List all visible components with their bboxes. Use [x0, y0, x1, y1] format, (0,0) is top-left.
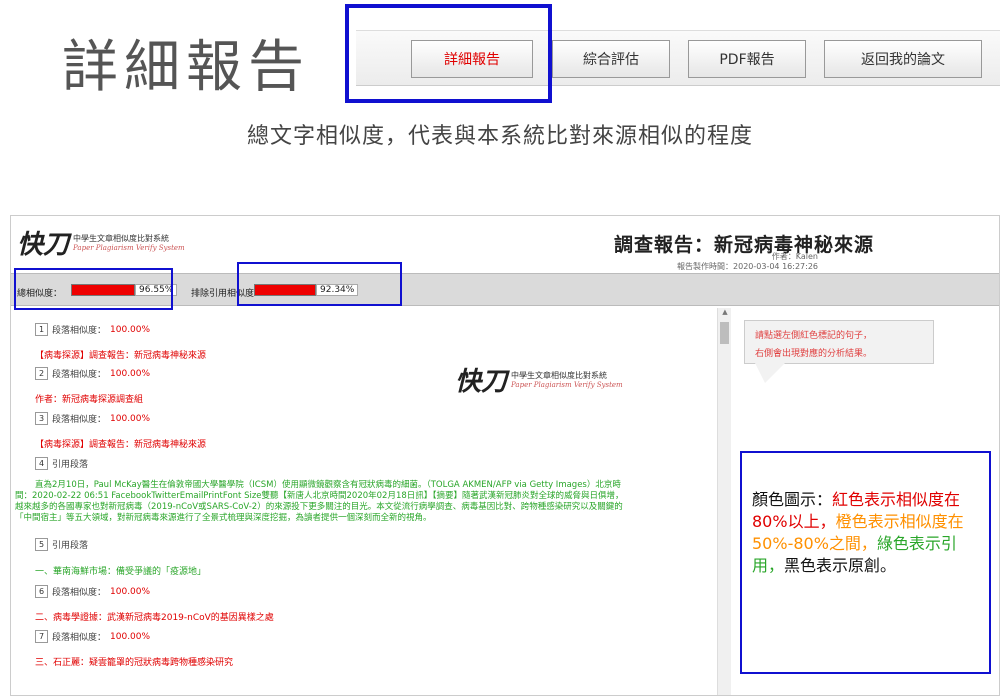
excl-similarity-progress: [254, 284, 316, 296]
paragraph-header: 5 引用段落: [35, 538, 88, 551]
total-similarity-label: 總相似度：: [17, 289, 63, 299]
system-logo: 快刀 中學生文章相似度比對系統 Paper Plagiarism Verify …: [17, 224, 185, 261]
paragraph-text[interactable]: 一、華南海鮮市場：備受爭議的「疫源地」: [35, 564, 206, 577]
paragraph-text[interactable]: 三、石正麗：疑雲籠罩的冠狀病毒跨物種感染研究: [35, 655, 233, 668]
total-similarity-progress: [71, 284, 135, 296]
report-created: 報告製作時間：2020-03-04 16:27:26: [677, 262, 818, 271]
scroll-thumb[interactable]: [720, 322, 729, 344]
nav-bar: 詳細報告 綜合評估 PDF報告 返回我的論文: [356, 30, 1000, 86]
report-meta: 作者：Kalen 報告製作時間：2020-03-04 16:27:26: [677, 252, 818, 272]
excl-similarity-label: 排除引用相似度: [191, 289, 255, 299]
paragraph-header: 4 引用段落: [35, 457, 88, 470]
total-similarity-value: 96.55%: [135, 284, 178, 296]
nav-pdf-report-button[interactable]: PDF報告: [688, 40, 806, 78]
report-content[interactable]: 1 段落相似度： 100.00% 【病毒探源】調查報告：新冠病毒神秘來源 2 段落…: [11, 308, 716, 695]
logo-line1: 中學生文章相似度比對系統: [73, 234, 170, 243]
paragraph-number[interactable]: 5: [35, 538, 48, 551]
paragraph-header: 3 段落相似度： 100.00%: [35, 412, 150, 425]
paragraph-number[interactable]: 4: [35, 457, 48, 470]
paragraph-number[interactable]: 2: [35, 367, 48, 380]
paragraph-number[interactable]: 7: [35, 630, 48, 643]
scroll-up-icon[interactable]: ▲: [718, 308, 732, 320]
paragraph-header: 1 段落相似度： 100.00%: [35, 323, 150, 336]
legend-prefix: 顏色圖示：: [752, 490, 833, 509]
excl-similarity-value: 92.34%: [316, 284, 359, 296]
similarity-bar: 總相似度： 96.55% 排除引用相似度 92.34%: [11, 273, 999, 306]
legend-black: 黑色表示原創。: [784, 556, 897, 575]
report-header: 快刀 中學生文章相似度比對系統 Paper Plagiarism Verify …: [11, 216, 999, 272]
logo-watermark: 快刀 中學生文章相似度比對系統 Paper Plagiarism Verify …: [455, 367, 623, 397]
paragraph-header: 7 段落相似度： 100.00%: [35, 630, 150, 643]
report-author: 作者：Kalen: [771, 252, 818, 261]
nav-overall-eval-button[interactable]: 綜合評估: [552, 40, 670, 78]
paragraph-text[interactable]: 【病毒探源】調查報告：新冠病毒神秘來源: [35, 437, 206, 450]
paragraph-text[interactable]: 二、病毒學證據：武漢新冠病毒2019-nCoV的基因異樣之處: [35, 610, 274, 623]
paragraph-text[interactable]: 【病毒探源】調查報告：新冠病毒神秘來源: [35, 348, 206, 361]
nav-detail-report-button[interactable]: 詳細報告: [411, 40, 533, 78]
paragraph-header: 2 段落相似度： 100.00%: [35, 367, 150, 380]
nav-back-to-papers-button[interactable]: 返回我的論文: [824, 40, 982, 78]
paragraph-number[interactable]: 1: [35, 323, 48, 336]
subtitle: 總文字相似度，代表與本系統比對來源相似的程度: [246, 124, 753, 149]
quoted-paragraph[interactable]: 直為2月10日，Paul McKay醫生在倫敦帝國大學醫學院（ICSM）使用顯微…: [11, 480, 716, 524]
paragraph-text[interactable]: 作者：新冠病毒探源調查組: [35, 392, 143, 405]
tip-tail: [755, 363, 785, 383]
content-scrollbar[interactable]: ▲: [717, 308, 732, 695]
logo-line2: Paper Plagiarism Verify System: [73, 244, 185, 252]
paragraph-number[interactable]: 3: [35, 412, 48, 425]
page-title: 詳細報告: [62, 35, 310, 100]
color-legend: 顏色圖示：紅色表示相似度在80%以上，橙色表示相似度在50%-80%之間，綠色表…: [740, 451, 991, 674]
analysis-tip: 請點選左側紅色標記的句子， 右側會出現對應的分析結果。: [744, 320, 934, 364]
paragraph-header: 6 段落相似度： 100.00%: [35, 585, 150, 598]
logo-mark: 快刀: [17, 230, 70, 260]
paragraph-number[interactable]: 6: [35, 585, 48, 598]
